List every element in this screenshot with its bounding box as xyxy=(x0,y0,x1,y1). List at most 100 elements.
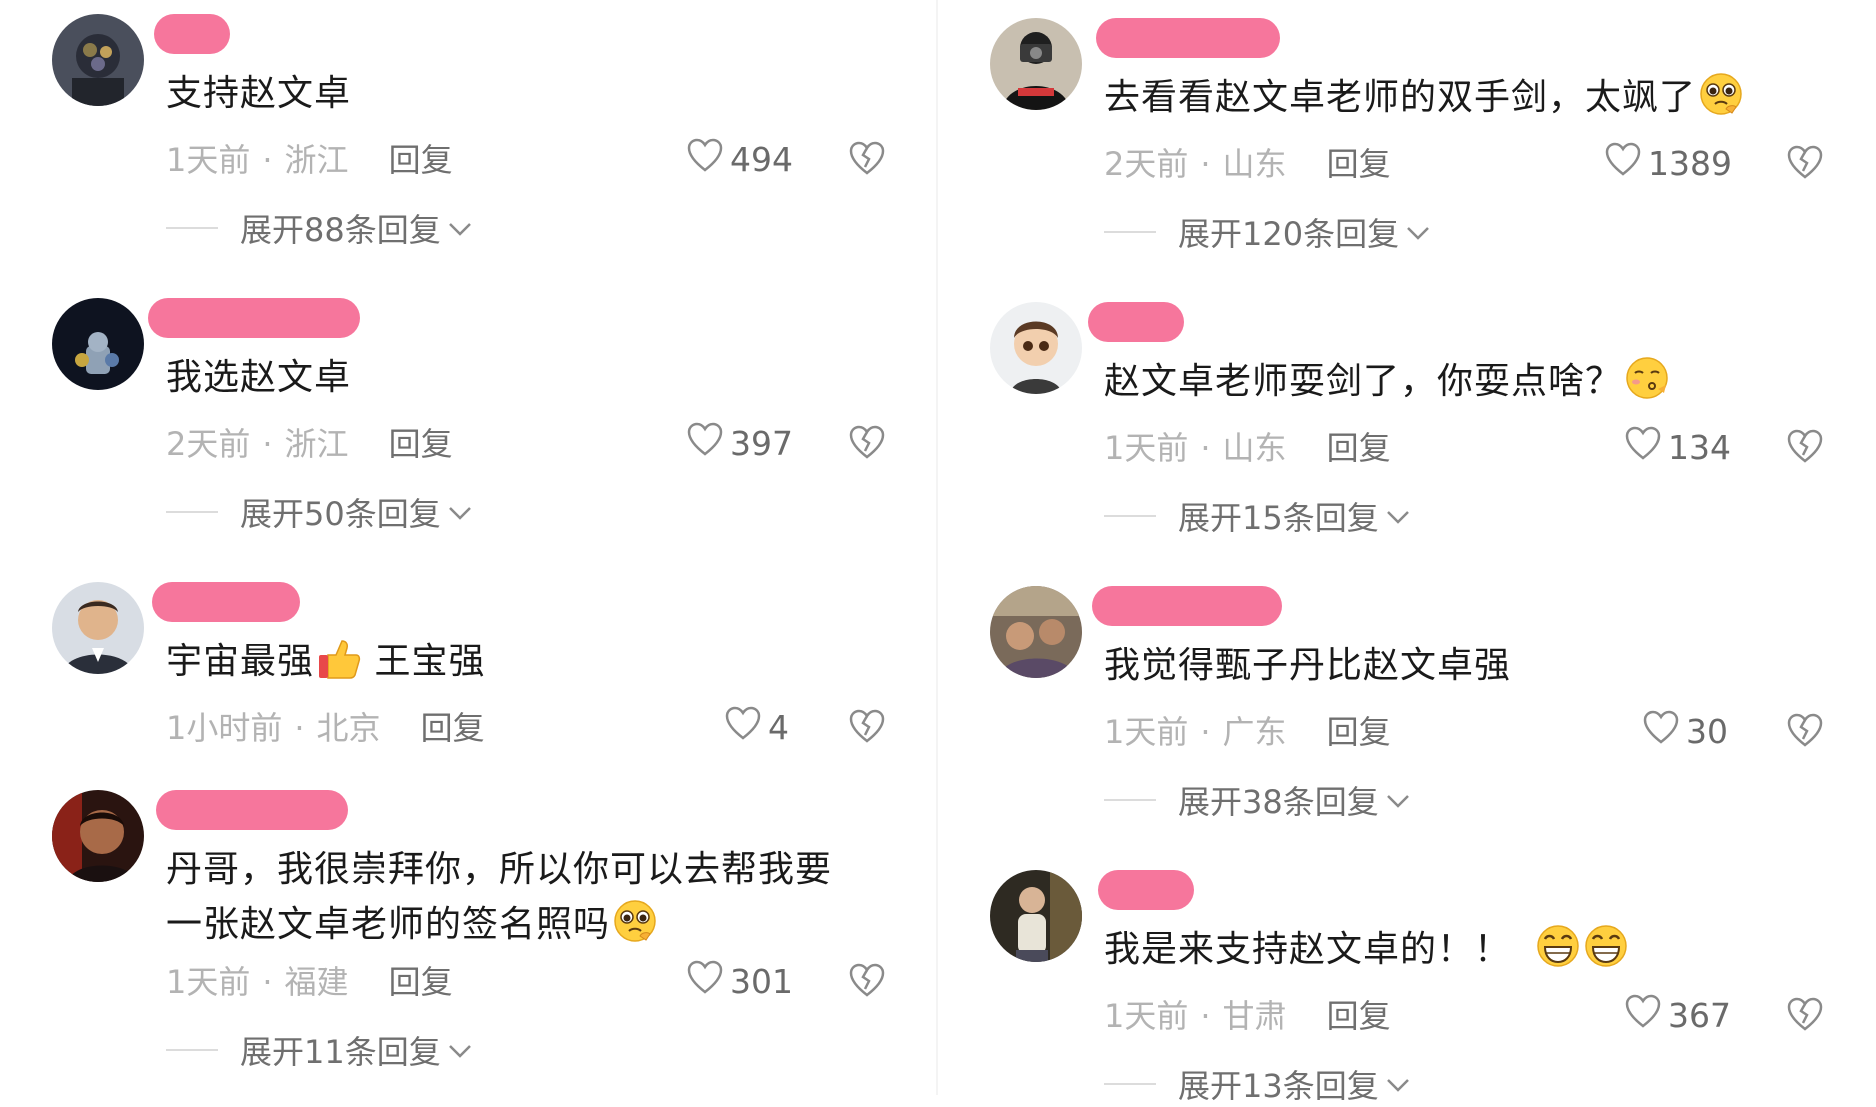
comment-meta: 1天前 · 甘肃 回复 xyxy=(1104,997,1391,1035)
expand-replies-button[interactable]: 展开50条回复 xyxy=(166,490,473,534)
comment-location: 北京 xyxy=(316,709,381,747)
dislike-button[interactable] xyxy=(1786,710,1824,754)
broken-heart-icon xyxy=(1786,428,1824,468)
broken-heart-icon xyxy=(848,140,886,180)
username-redacted[interactable] xyxy=(1092,586,1282,626)
dislike-button[interactable] xyxy=(848,706,886,750)
username-redacted[interactable] xyxy=(148,298,360,338)
like-button[interactable]: 397 xyxy=(686,422,793,466)
comment-text: 我觉得甄子丹比赵文卓强 xyxy=(1104,645,1512,686)
expand-divider-line xyxy=(1104,799,1156,801)
avatar[interactable] xyxy=(990,18,1082,110)
expand-replies-button[interactable]: 展开88条回复 xyxy=(166,206,473,250)
comment-meta: 2天前 · 山东 回复 xyxy=(1104,145,1391,183)
username-redacted[interactable] xyxy=(156,790,348,830)
expand-replies-button[interactable]: 展开11条回复 xyxy=(166,1028,473,1072)
comment-column-left: 支持赵文卓 1天前 · 浙江 回复 494 展开88条回复 我选赵文卓 2天前 · 浙江回… xyxy=(0,0,938,1095)
avatar[interactable] xyxy=(990,302,1082,394)
comment-text: 丹哥，我很崇拜你，所以你可以去帮我要 一张赵文卓老师的签名照吗 xyxy=(166,842,886,952)
like-count: 4 xyxy=(768,708,789,747)
heart-outline-icon xyxy=(1604,141,1642,188)
reply-button[interactable]: 回复 xyxy=(1327,713,1391,751)
reply-button[interactable]: 回复 xyxy=(389,425,453,463)
like-count: 1389 xyxy=(1648,144,1732,183)
like-button[interactable]: 1389 xyxy=(1604,142,1732,186)
comment-meta: 1天前 · 广东 回复 xyxy=(1104,713,1391,751)
like-button[interactable]: 30 xyxy=(1642,710,1728,754)
chevron-down-icon xyxy=(1379,1065,1411,1103)
avatar[interactable] xyxy=(990,870,1082,962)
heart-outline-icon xyxy=(1642,709,1680,756)
like-count: 301 xyxy=(730,962,793,1001)
like-button[interactable]: 301 xyxy=(686,960,793,1004)
avatar[interactable] xyxy=(52,298,144,390)
broken-heart-icon xyxy=(848,708,886,748)
reply-button[interactable]: 回复 xyxy=(1327,145,1391,183)
grinning-emoji xyxy=(1583,923,1629,969)
pleading-emoji xyxy=(612,898,658,944)
like-button[interactable]: 494 xyxy=(686,138,793,182)
comment-time: 1天前 xyxy=(166,963,251,1001)
broken-heart-icon xyxy=(1786,144,1824,184)
dislike-button[interactable] xyxy=(848,422,886,466)
dislike-button[interactable] xyxy=(1786,426,1824,470)
username-redacted[interactable] xyxy=(1096,18,1280,58)
pleading-emoji xyxy=(1698,71,1744,117)
broken-heart-icon xyxy=(848,962,886,1002)
comment-location: 福建 xyxy=(284,963,349,1001)
like-count: 134 xyxy=(1668,428,1731,467)
heart-outline-icon xyxy=(1624,425,1662,472)
expand-replies-label: 展开13条回复 xyxy=(1178,1067,1379,1105)
comment-time: 1天前 xyxy=(1104,997,1189,1035)
thumbs-up-emoji xyxy=(316,635,362,681)
dislike-button[interactable] xyxy=(1786,142,1824,186)
avatar[interactable] xyxy=(52,790,144,882)
expand-divider-line xyxy=(166,1049,218,1051)
heart-outline-icon xyxy=(686,421,724,468)
reply-button[interactable]: 回复 xyxy=(421,709,485,747)
comment-location: 浙江 xyxy=(284,141,349,179)
comment-time: 1天前 xyxy=(1104,429,1189,467)
heart-outline-icon xyxy=(1624,993,1662,1040)
expand-replies-button[interactable]: 展开38条回复 xyxy=(1104,778,1411,822)
reply-button[interactable]: 回复 xyxy=(1327,997,1391,1035)
username-redacted[interactable] xyxy=(1098,870,1194,910)
like-button[interactable]: 367 xyxy=(1624,994,1731,1038)
expand-replies-label: 展开50条回复 xyxy=(240,495,441,533)
comment-location: 广东 xyxy=(1222,713,1287,751)
comment-text-part-b: 王宝强 xyxy=(362,641,486,682)
dislike-button[interactable] xyxy=(1786,994,1824,1038)
reply-button[interactable]: 回复 xyxy=(389,141,453,179)
comment-text-content: 去看看赵文卓老师的双手剑，太飒了 xyxy=(1104,77,1697,118)
avatar[interactable] xyxy=(52,582,144,674)
username-redacted[interactable] xyxy=(1088,302,1184,342)
comment-meta: 2天前 · 浙江 回复 xyxy=(166,425,453,463)
avatar[interactable] xyxy=(990,586,1082,678)
expand-replies-button[interactable]: 展开120条回复 xyxy=(1104,210,1431,254)
like-count: 30 xyxy=(1686,712,1728,751)
username-redacted[interactable] xyxy=(152,582,300,622)
avatar[interactable] xyxy=(52,14,144,106)
chevron-down-icon xyxy=(1399,213,1431,251)
like-button[interactable]: 134 xyxy=(1624,426,1731,470)
kissing-emoji xyxy=(1624,355,1670,401)
expand-replies-button[interactable]: 展开15条回复 xyxy=(1104,494,1411,538)
comment-meta: 1小时前 · 北京 回复 xyxy=(166,709,485,747)
comment-text: 支持赵文卓 xyxy=(166,73,352,114)
username-redacted[interactable] xyxy=(154,14,230,54)
expand-divider-line xyxy=(1104,515,1156,517)
expand-divider-line xyxy=(166,227,218,229)
like-count: 367 xyxy=(1668,996,1731,1035)
reply-button[interactable]: 回复 xyxy=(389,963,453,1001)
comment-text-content: 我是来支持赵文卓的！！ xyxy=(1104,929,1512,970)
dislike-button[interactable] xyxy=(848,960,886,1004)
comment-time: 1天前 xyxy=(1104,713,1189,751)
like-button[interactable]: 4 xyxy=(724,706,789,750)
expand-replies-label: 展开120条回复 xyxy=(1178,215,1400,253)
dislike-button[interactable] xyxy=(848,138,886,182)
reply-button[interactable]: 回复 xyxy=(1327,429,1391,467)
expand-replies-label: 展开15条回复 xyxy=(1178,499,1379,537)
chevron-down-icon xyxy=(441,493,473,531)
comment-time: 1小时前 xyxy=(166,709,283,747)
expand-replies-button[interactable]: 展开13条回复 xyxy=(1104,1062,1411,1106)
